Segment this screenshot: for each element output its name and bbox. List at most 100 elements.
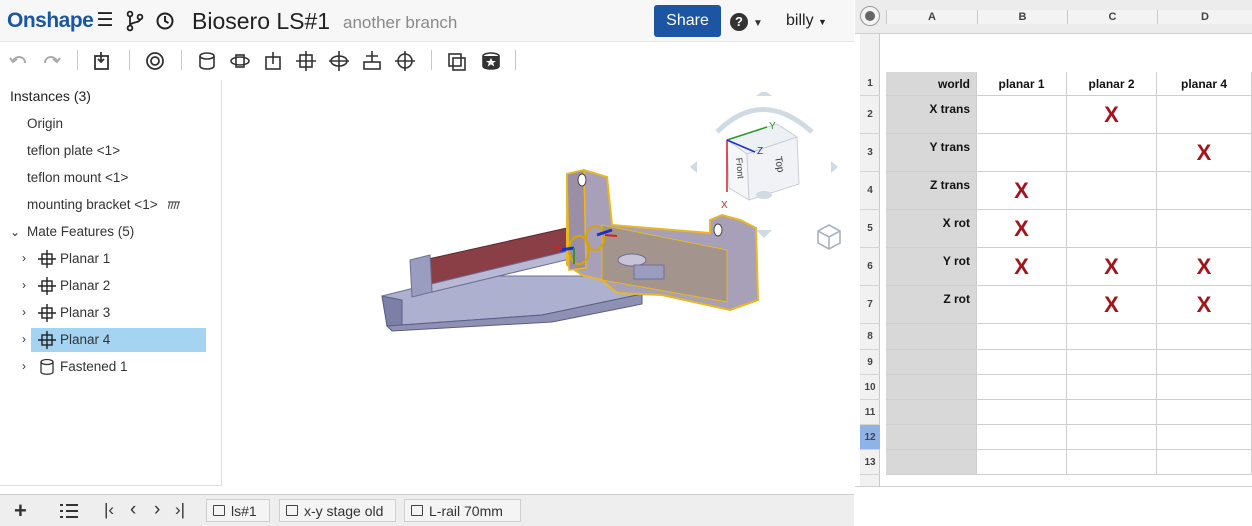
mark-cell[interactable]	[1067, 134, 1157, 172]
help-menu[interactable]: ? ▼	[730, 10, 763, 31]
menu-icon[interactable]: ☰	[94, 10, 116, 32]
tree-item-mounting-bracket[interactable]: mounting bracket <1>	[27, 194, 180, 216]
tree-item-planar-3[interactable]: Planar 3	[60, 302, 110, 324]
column-header-c[interactable]: C	[1067, 10, 1157, 24]
row-number[interactable]: 5	[860, 210, 880, 248]
row-label-cell[interactable]: X rot	[886, 210, 977, 248]
planar-mate-icon[interactable]	[294, 50, 318, 72]
header-cell[interactable]: planar 2	[1067, 72, 1157, 96]
document-title[interactable]: Biosero LS#1	[192, 8, 330, 35]
first-tab-icon[interactable]: |‹	[104, 500, 114, 520]
row-number[interactable]: 9	[860, 350, 880, 375]
empty-cell[interactable]	[1157, 350, 1252, 375]
tree-item-planar-4[interactable]: Planar 4	[60, 329, 110, 351]
empty-cell[interactable]	[886, 375, 977, 400]
row-number[interactable]: 7	[860, 286, 880, 324]
row-label-cell[interactable]: Y rot	[886, 248, 977, 286]
empty-cell[interactable]	[1157, 375, 1252, 400]
expand-chevron-icon[interactable]: ›	[22, 332, 26, 346]
tree-item-planar-1[interactable]: Planar 1	[60, 248, 110, 270]
row-number[interactable]: 11	[860, 400, 880, 425]
column-header-d[interactable]: D	[1157, 10, 1252, 24]
undo-icon[interactable]	[7, 50, 31, 72]
pin-slot-mate-icon[interactable]	[360, 50, 384, 72]
tree-item-fastened-1[interactable]: Fastened 1	[60, 356, 128, 378]
mark-cell[interactable]	[1067, 172, 1157, 210]
insert-icon[interactable]	[90, 50, 114, 72]
row-number[interactable]: 10	[860, 375, 880, 400]
row-number[interactable]: 2	[860, 96, 880, 134]
instances-header[interactable]: Instances (3)	[10, 88, 91, 104]
mark-cell[interactable]: X	[1067, 96, 1157, 134]
empty-cell[interactable]	[1067, 425, 1157, 450]
empty-cell[interactable]	[886, 324, 977, 350]
mark-cell[interactable]: X	[1157, 248, 1252, 286]
add-icon[interactable]: +	[14, 498, 27, 524]
fastened-mate-icon[interactable]	[195, 50, 219, 72]
branch-icon[interactable]	[124, 10, 146, 32]
header-cell[interactable]: planar 4	[1157, 72, 1252, 96]
slider-mate-icon[interactable]	[261, 50, 285, 72]
onshape-logo[interactable]: Onshape	[7, 9, 94, 33]
mark-cell[interactable]: X	[1157, 134, 1252, 172]
tab-list-icon[interactable]	[60, 503, 78, 519]
empty-cell[interactable]	[1067, 375, 1157, 400]
mark-cell[interactable]: X	[977, 248, 1067, 286]
expand-chevron-icon[interactable]: ›	[22, 251, 26, 265]
header-cell[interactable]: planar 1	[977, 72, 1067, 96]
mark-cell[interactable]	[977, 134, 1067, 172]
tree-item-mate-features[interactable]: Mate Features (5)	[27, 221, 134, 243]
mark-cell[interactable]: X	[977, 210, 1067, 248]
graphics-viewport[interactable]: Front Top X Y Z	[222, 80, 854, 494]
column-header-b[interactable]: B	[977, 10, 1067, 24]
row-number[interactable]: 8	[860, 324, 880, 350]
mark-cell[interactable]	[1157, 172, 1252, 210]
cylindrical-mate-icon[interactable]	[327, 50, 351, 72]
collapse-chevron-icon[interactable]: ⌄	[10, 225, 20, 239]
row-label-cell[interactable]: Z rot	[886, 286, 977, 324]
view-cube-home-icon[interactable]	[815, 222, 843, 252]
row-number[interactable]: 13	[860, 450, 880, 475]
empty-cell[interactable]	[886, 350, 977, 375]
empty-cell[interactable]	[1067, 450, 1157, 475]
empty-cell[interactable]	[886, 425, 977, 450]
view-cube[interactable]: Front Top X Y Z	[687, 90, 842, 242]
group-icon[interactable]	[479, 50, 503, 72]
revolute-mate-icon[interactable]	[228, 50, 252, 72]
row-label-cell[interactable]: X trans	[886, 96, 977, 134]
row-number[interactable]: 4	[860, 172, 880, 210]
mark-cell[interactable]	[1157, 210, 1252, 248]
mark-cell[interactable]: X	[1157, 286, 1252, 324]
mark-cell[interactable]: X	[977, 172, 1067, 210]
empty-cell[interactable]	[977, 425, 1067, 450]
header-cell[interactable]: world	[886, 72, 977, 96]
row-number[interactable]: 6	[860, 248, 880, 286]
expand-chevron-icon[interactable]: ›	[22, 305, 26, 319]
row-label-cell[interactable]: Z trans	[886, 172, 977, 210]
empty-cell[interactable]	[1067, 400, 1157, 425]
row-number[interactable]: 3	[860, 134, 880, 172]
history-icon[interactable]	[154, 10, 176, 32]
select-all-button[interactable]	[860, 6, 880, 26]
empty-cell[interactable]	[977, 450, 1067, 475]
last-tab-icon[interactable]: ›|	[175, 500, 185, 520]
empty-cell[interactable]	[886, 400, 977, 425]
row-label-cell[interactable]: Y trans	[886, 134, 977, 172]
replicate-icon[interactable]	[143, 50, 167, 72]
mark-cell[interactable]	[977, 286, 1067, 324]
empty-cell[interactable]	[977, 400, 1067, 425]
mark-cell[interactable]: X	[1067, 248, 1157, 286]
tab-ls1[interactable]: ls#1	[206, 499, 270, 522]
tree-item-planar-4-selected[interactable]	[31, 328, 206, 352]
user-menu[interactable]: billy ▼	[786, 12, 827, 30]
tree-item-origin[interactable]: Origin	[27, 113, 63, 135]
expand-chevron-icon[interactable]: ›	[22, 359, 26, 373]
empty-cell[interactable]	[977, 375, 1067, 400]
branch-name[interactable]: another branch	[343, 13, 457, 33]
column-header-a[interactable]: A	[886, 10, 977, 24]
empty-cell[interactable]	[1157, 324, 1252, 350]
prev-tab-icon[interactable]: ‹	[130, 499, 136, 521]
tree-item-teflon-plate[interactable]: teflon plate <1>	[27, 140, 120, 162]
empty-cell[interactable]	[886, 450, 977, 475]
mark-cell[interactable]	[1157, 96, 1252, 134]
